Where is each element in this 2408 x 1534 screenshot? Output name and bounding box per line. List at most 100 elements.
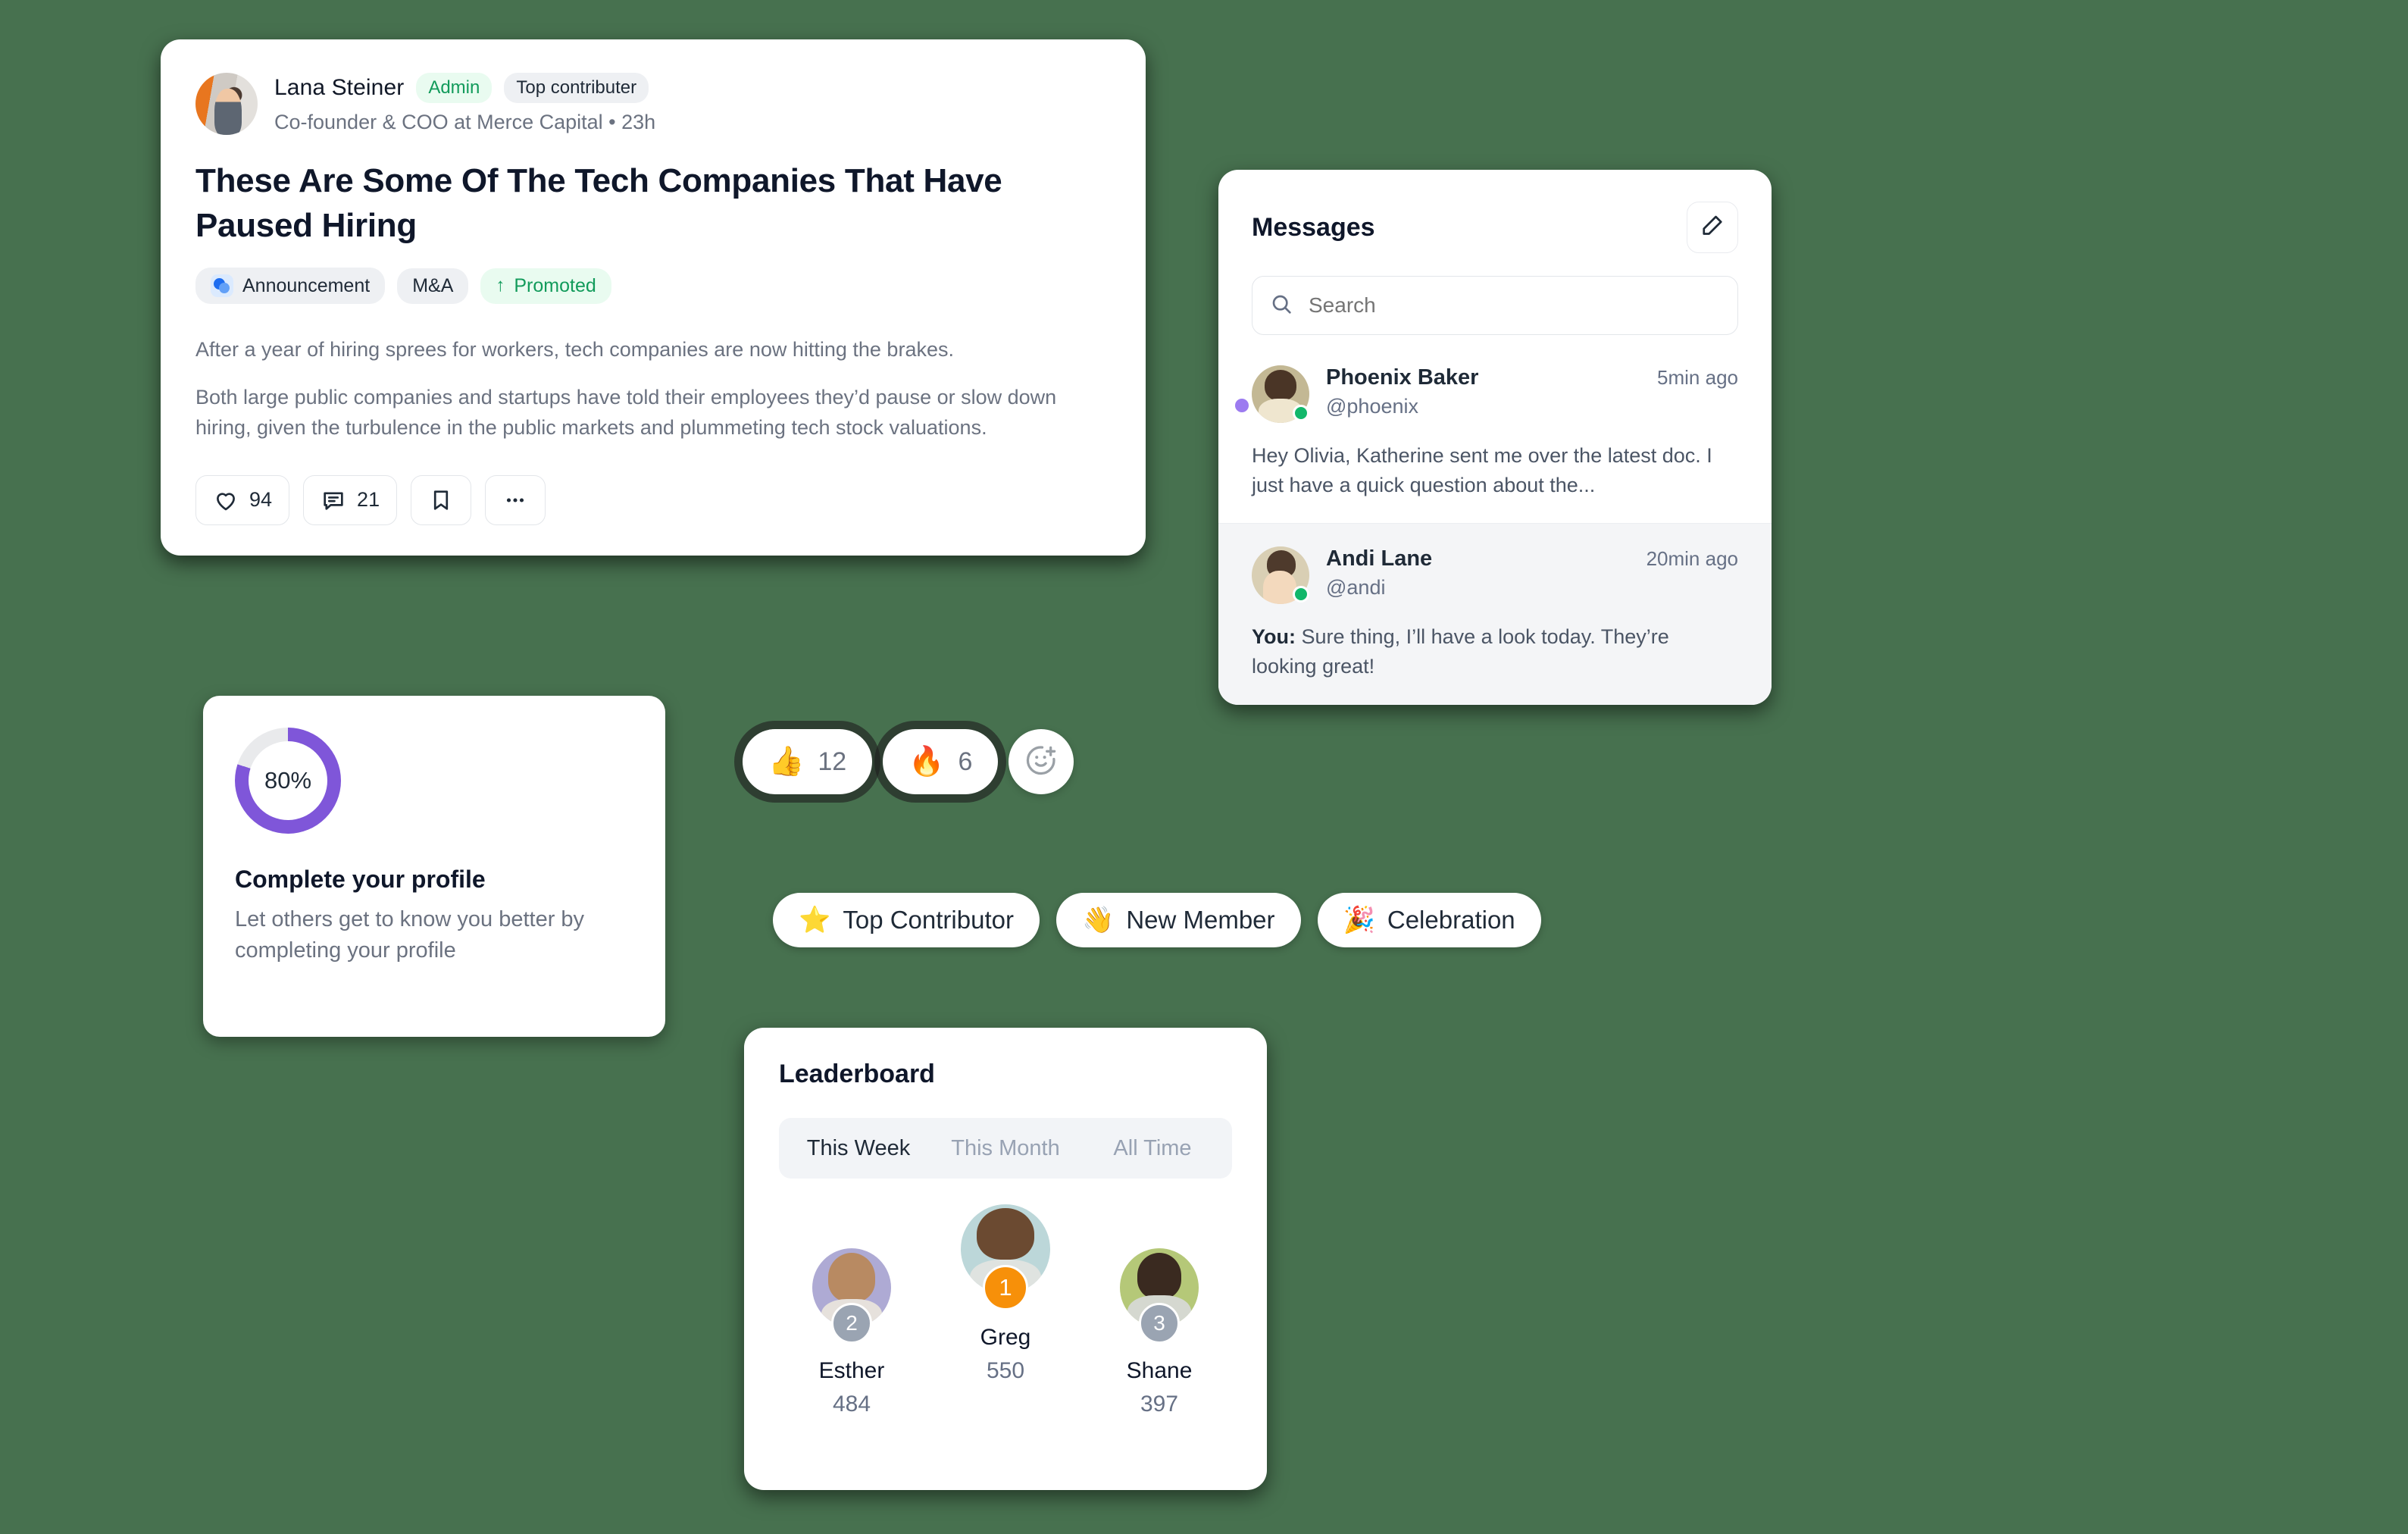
message-name-row: Andi Lane 20min ago xyxy=(1326,546,1738,571)
reaction-thumbs-up[interactable]: 👍 12 xyxy=(743,729,873,794)
search-input[interactable] xyxy=(1309,293,1721,318)
message-header: Phoenix Baker 5min ago @phoenix xyxy=(1252,365,1738,423)
rank-badge-1: 1 xyxy=(983,1265,1028,1310)
leaderboard-title: Leaderboard xyxy=(779,1060,935,1088)
bookmark-icon xyxy=(428,487,454,513)
page-canvas: Lana Steiner Admin Top contributer Co-fo… xyxy=(0,0,2408,1534)
podium-entry-1[interactable]: 1 Greg 550 xyxy=(937,1204,1074,1384)
thumbs-up-emoji: 👍 xyxy=(768,746,805,778)
post-paragraph-1: After a year of hiring sprees for worker… xyxy=(195,338,954,362)
rank-badge-2: 2 xyxy=(831,1303,872,1344)
ellipsis-icon xyxy=(502,487,528,513)
messages-search-wrap xyxy=(1218,253,1772,335)
message-preview-text: Sure thing, I’ll have a look today. They… xyxy=(1252,625,1669,678)
arrow-up-icon: ↑ xyxy=(496,275,505,296)
tag-announcement-label: Announcement xyxy=(242,274,371,296)
author-avatar xyxy=(195,73,258,135)
tag-ma-label: M&A xyxy=(412,274,454,296)
progress-percent-label: 80% xyxy=(264,767,312,794)
message-item-phoenix[interactable]: Phoenix Baker 5min ago @phoenix Hey Oliv… xyxy=(1218,361,1772,523)
badge-new-member[interactable]: 👋 New Member xyxy=(1055,893,1301,947)
comment-button[interactable]: 21 xyxy=(303,474,398,525)
avatar xyxy=(1252,546,1309,605)
post-title: These Are Some Of The Tech Companies Tha… xyxy=(195,162,1002,244)
tag-announcement[interactable]: Announcement xyxy=(195,268,386,305)
badge-top-contributor[interactable]: ⭐ Top Contributor xyxy=(773,893,1040,947)
compose-message-button[interactable] xyxy=(1687,202,1738,253)
message-sender-handle: @phoenix xyxy=(1326,395,1418,418)
online-status-dot xyxy=(1293,405,1309,421)
reaction-thumbs-up-count: 12 xyxy=(818,747,847,776)
search-icon xyxy=(1269,292,1293,320)
star-emoji: ⭐ xyxy=(799,906,831,934)
post-paragraph-2: Both large public companies and startups… xyxy=(195,385,1057,440)
message-timestamp: 5min ago xyxy=(1657,366,1738,389)
post-tag-row: Announcement M&A ↑ Promoted xyxy=(195,268,1111,305)
progress-ring-center: 80% xyxy=(249,741,327,820)
post-card: Lana Steiner Admin Top contributer Co-fo… xyxy=(161,39,1146,556)
more-options-button[interactable] xyxy=(485,474,546,525)
message-preview: You: Sure thing, I’ll have a look today.… xyxy=(1252,622,1738,681)
podium-score-2: 484 xyxy=(832,1392,871,1417)
podium-score-1: 550 xyxy=(986,1358,1025,1383)
compose-pencil-icon xyxy=(1699,212,1726,243)
bookmark-button[interactable] xyxy=(411,474,472,525)
podium-entry-3[interactable]: 3 Shane 397 xyxy=(1091,1248,1227,1417)
messages-title: Messages xyxy=(1252,212,1375,242)
leaderboard-card: Leaderboard This Week This Month All Tim… xyxy=(744,1028,1267,1490)
message-sender-name: Phoenix Baker xyxy=(1326,365,1479,390)
avatar: 3 xyxy=(1120,1248,1199,1344)
post-body: After a year of hiring sprees for worker… xyxy=(195,334,1111,443)
announcement-dots-icon xyxy=(211,274,233,298)
add-reaction-button[interactable] xyxy=(1009,729,1074,794)
message-timestamp: 20min ago xyxy=(1646,547,1738,571)
tag-promoted-label: Promoted xyxy=(514,274,596,296)
tab-all-time[interactable]: All Time xyxy=(1079,1136,1226,1161)
author-meta: Lana Steiner Admin Top contributer Co-fo… xyxy=(274,73,655,134)
message-name-row: Phoenix Baker 5min ago xyxy=(1326,365,1738,390)
fire-emoji: 🔥 xyxy=(908,746,945,778)
author-name-row: Lana Steiner Admin Top contributer xyxy=(274,73,655,103)
message-meta: Andi Lane 20min ago @andi xyxy=(1326,546,1738,600)
badge-celebration[interactable]: 🎉 Celebration xyxy=(1317,893,1541,947)
podium-entry-2[interactable]: 2 Esther 484 xyxy=(783,1248,920,1417)
message-sender-name: Andi Lane xyxy=(1326,546,1433,571)
complete-profile-card[interactable]: 80% Complete your profile Let others get… xyxy=(203,696,665,1037)
avatar: 2 xyxy=(812,1248,891,1344)
message-meta: Phoenix Baker 5min ago @phoenix xyxy=(1326,365,1738,418)
profile-progress-ring: 80% xyxy=(235,728,341,834)
reaction-fire[interactable]: 🔥 6 xyxy=(883,729,999,794)
message-sender-handle: @andi xyxy=(1326,576,1386,600)
post-actions: 94 21 xyxy=(195,474,1111,525)
like-button[interactable]: 94 xyxy=(195,474,290,525)
author-name: Lana Steiner xyxy=(274,75,405,100)
avatar: 1 xyxy=(961,1204,1050,1310)
like-count: 94 xyxy=(249,488,273,512)
messages-header: Messages xyxy=(1218,170,1772,253)
reaction-bar: 👍 12 🔥 6 xyxy=(743,729,1074,794)
message-item-andi[interactable]: Andi Lane 20min ago @andi You: Sure thin… xyxy=(1218,523,1772,705)
messages-list: Phoenix Baker 5min ago @phoenix Hey Oliv… xyxy=(1218,361,1772,705)
party-popper-emoji: 🎉 xyxy=(1343,906,1375,934)
badge-top-contributor-label: Top Contributor xyxy=(843,906,1014,934)
badge-celebration-label: Celebration xyxy=(1387,906,1515,934)
add-reaction-smiley-icon xyxy=(1024,743,1059,781)
message-header: Andi Lane 20min ago @andi xyxy=(1252,546,1738,605)
tab-this-month[interactable]: This Month xyxy=(932,1136,1079,1161)
badge-pill-row: ⭐ Top Contributor 👋 New Member 🎉 Celebra… xyxy=(773,893,1541,947)
podium-name-1: Greg xyxy=(980,1325,1031,1350)
tag-ma[interactable]: M&A xyxy=(397,268,469,304)
post-header: Lana Steiner Admin Top contributer Co-fo… xyxy=(195,73,1111,135)
leaderboard-podium: 2 Esther 484 1 Greg 550 3 Shane 397 xyxy=(779,1198,1232,1448)
profile-card-subtitle: Let others get to know you better by com… xyxy=(235,907,585,963)
tag-promoted[interactable]: ↑ Promoted xyxy=(480,268,611,304)
podium-name-3: Shane xyxy=(1126,1358,1193,1383)
comment-count: 21 xyxy=(357,488,380,512)
badge-new-member-label: New Member xyxy=(1126,906,1275,934)
leaderboard-tabs: This Week This Month All Time xyxy=(779,1118,1232,1179)
search-box[interactable] xyxy=(1252,276,1738,335)
tab-this-week[interactable]: This Week xyxy=(785,1136,932,1161)
admin-badge: Admin xyxy=(416,73,493,103)
heart-icon xyxy=(213,487,239,513)
messages-card: Messages Search Phoenix Baker 5min ago @… xyxy=(1218,170,1772,705)
